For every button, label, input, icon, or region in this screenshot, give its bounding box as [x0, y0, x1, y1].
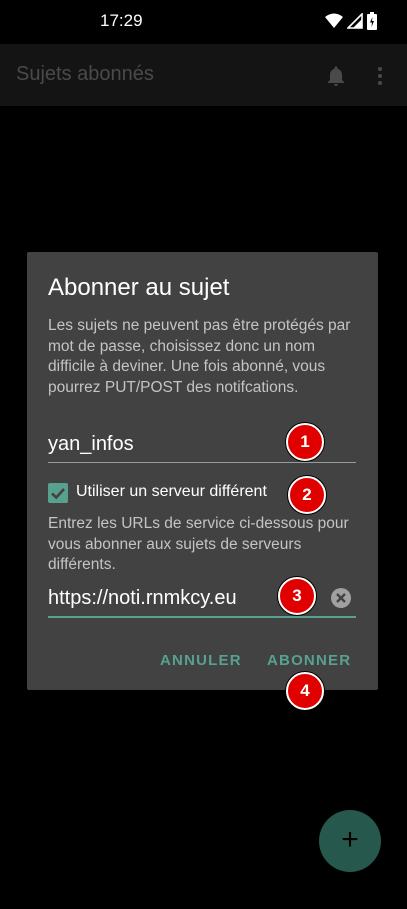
bell-icon[interactable] — [324, 64, 348, 88]
subscribe-dialog: Abonner au sujet Les sujets ne peuvent p… — [27, 252, 378, 690]
dialog-description: Les sujets ne peuvent pas être protégés … — [48, 317, 351, 396]
annotation-marker-3: 3 — [278, 577, 316, 615]
clear-icon[interactable] — [330, 587, 352, 609]
signal-icon — [347, 13, 363, 29]
status-time: 17:29 — [100, 11, 143, 30]
annotation-marker-1: 1 — [286, 423, 324, 461]
plus-icon: + — [341, 823, 359, 856]
status-icons — [325, 12, 377, 30]
check-icon — [51, 488, 65, 500]
server-description: Entrez les URLs de service ci-dessous po… — [48, 515, 349, 573]
add-subscription-button[interactable]: + — [319, 810, 381, 872]
subscribe-button[interactable]: ABONNER — [267, 652, 351, 669]
more-vert-icon[interactable] — [372, 64, 388, 88]
status-bar: 17:29 — [0, 0, 407, 44]
battery-icon — [367, 12, 377, 30]
use-other-server-label: Utiliser un serveur différent — [76, 483, 267, 500]
cancel-button[interactable]: ANNULER — [160, 652, 242, 669]
annotation-marker-2: 2 — [288, 476, 326, 514]
page-title: Sujets abonnés — [16, 63, 154, 85]
dialog-title: Abonner au sujet — [48, 274, 230, 301]
wifi-icon — [325, 13, 343, 28]
use-other-server-checkbox[interactable] — [48, 483, 68, 503]
annotation-marker-4: 4 — [286, 672, 324, 710]
screen: 17:29 Sujets abonnés Abonner au sujet Le… — [0, 0, 407, 909]
app-bar: Sujets abonnés — [0, 44, 407, 106]
